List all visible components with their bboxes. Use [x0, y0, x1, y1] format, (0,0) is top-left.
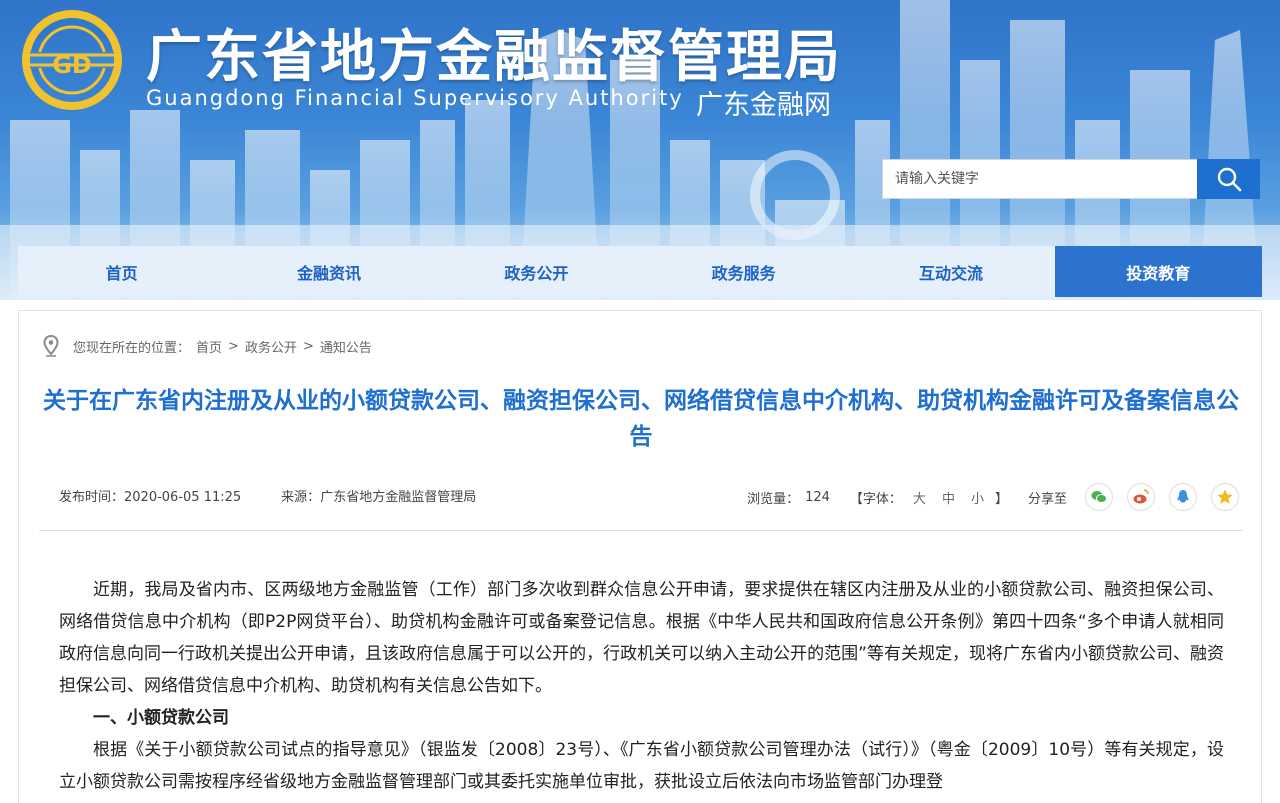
wechat-icon — [1091, 491, 1107, 503]
share-wechat-button[interactable] — [1085, 483, 1113, 511]
breadcrumb-link-notices[interactable]: 通知公告 — [320, 337, 372, 356]
article-paragraph: 根据《关于小额贷款公司试点的指导意见》（银监发〔2008〕23号）、《广东省小额… — [59, 740, 1224, 792]
breadcrumb-prefix: 您现在所在的位置： — [73, 340, 191, 356]
nav-item-government-affairs[interactable]: 政务公开 — [433, 246, 640, 297]
qq-icon — [1177, 490, 1189, 503]
nav-item-interaction[interactable]: 互动交流 — [847, 246, 1054, 297]
share-qq-button[interactable] — [1169, 483, 1197, 511]
font-size-label-close: 】 — [994, 491, 1008, 507]
article-title: 关于在广东省内注册及从业的小额贷款公司、融资担保公司、网络借贷信息中介机构、助贷… — [43, 388, 1239, 450]
article-meta: 发布时间：2020-06-05 11:25 来源：广东省地方金融监督管理局 浏览… — [59, 483, 1239, 511]
publish-time-label: 发布时间： — [59, 490, 125, 505]
views-label: 浏览量： — [747, 491, 800, 507]
site-title: 广东省地方金融监督管理局 — [146, 25, 842, 90]
breadcrumb-separator: > — [302, 338, 314, 354]
nav-item-financial-news[interactable]: 金融资讯 — [225, 246, 432, 297]
font-size-small-button[interactable]: 小 — [971, 488, 984, 507]
nav-item-investor-education[interactable]: 投资教育 — [1054, 246, 1262, 297]
site-subtitle-en: Guangdong Financial Supervisory Authorit… — [146, 86, 684, 110]
views-count: 124 — [805, 489, 830, 505]
search-button[interactable] — [1197, 159, 1260, 199]
search-input[interactable] — [882, 159, 1198, 199]
weibo-icon — [1133, 489, 1149, 504]
font-size-label-open: 【字体： — [849, 491, 902, 507]
article-paragraph: 近期，我局及省内市、区两级地方金融监管（工作）部门多次收到群众信息公开申请，要求… — [59, 580, 1224, 696]
main-nav: 首页 金融资讯 政务公开 政务服务 互动交流 投资教育 — [18, 246, 1262, 297]
content-panel: 您现在所在的位置： 首页 > 政务公开 > 通知公告 关于在广东省内注册及从业的… — [18, 310, 1262, 803]
search-icon — [1217, 167, 1241, 192]
font-size-medium-button[interactable]: 中 — [942, 488, 955, 507]
share-label: 分享至 — [1027, 491, 1067, 507]
source-value: 广东省地方金融监督管理局 — [320, 490, 477, 505]
nav-item-government-services[interactable]: 政务服务 — [640, 246, 847, 297]
publish-time-info: 发布时间：2020-06-05 11:25 — [59, 486, 241, 505]
gd-logo: GD — [22, 10, 122, 110]
qzone-star-icon — [1217, 489, 1233, 504]
article-body: 近期，我局及省内市、区两级地方金融监管（工作）部门多次收到群众信息公开申请，要求… — [59, 574, 1224, 798]
logo-text: GD — [52, 51, 92, 79]
share-qzone-button[interactable] — [1211, 483, 1239, 511]
breadcrumb: 您现在所在的位置： 首页 > 政务公开 > 通知公告 — [43, 335, 372, 357]
source-info: 来源：广东省地方金融监督管理局 — [281, 486, 476, 505]
breadcrumb-separator: > — [228, 338, 239, 354]
source-label: 来源： — [281, 490, 321, 505]
breadcrumb-link-government-affairs[interactable]: 政务公开 — [245, 337, 297, 356]
publish-time: 2020-06-05 11:25 — [124, 490, 242, 505]
location-pin-icon — [43, 335, 59, 357]
breadcrumb-link-home[interactable]: 首页 — [196, 337, 222, 356]
nav-item-home[interactable]: 首页 — [18, 246, 225, 297]
share-weibo-button[interactable] — [1127, 483, 1155, 511]
section-heading: 一、小额贷款公司 — [93, 708, 229, 728]
meta-divider — [39, 530, 1243, 531]
site-subtitle-net: 广东金融网 — [696, 90, 831, 121]
font-size-large-button[interactable]: 大 — [913, 488, 926, 507]
